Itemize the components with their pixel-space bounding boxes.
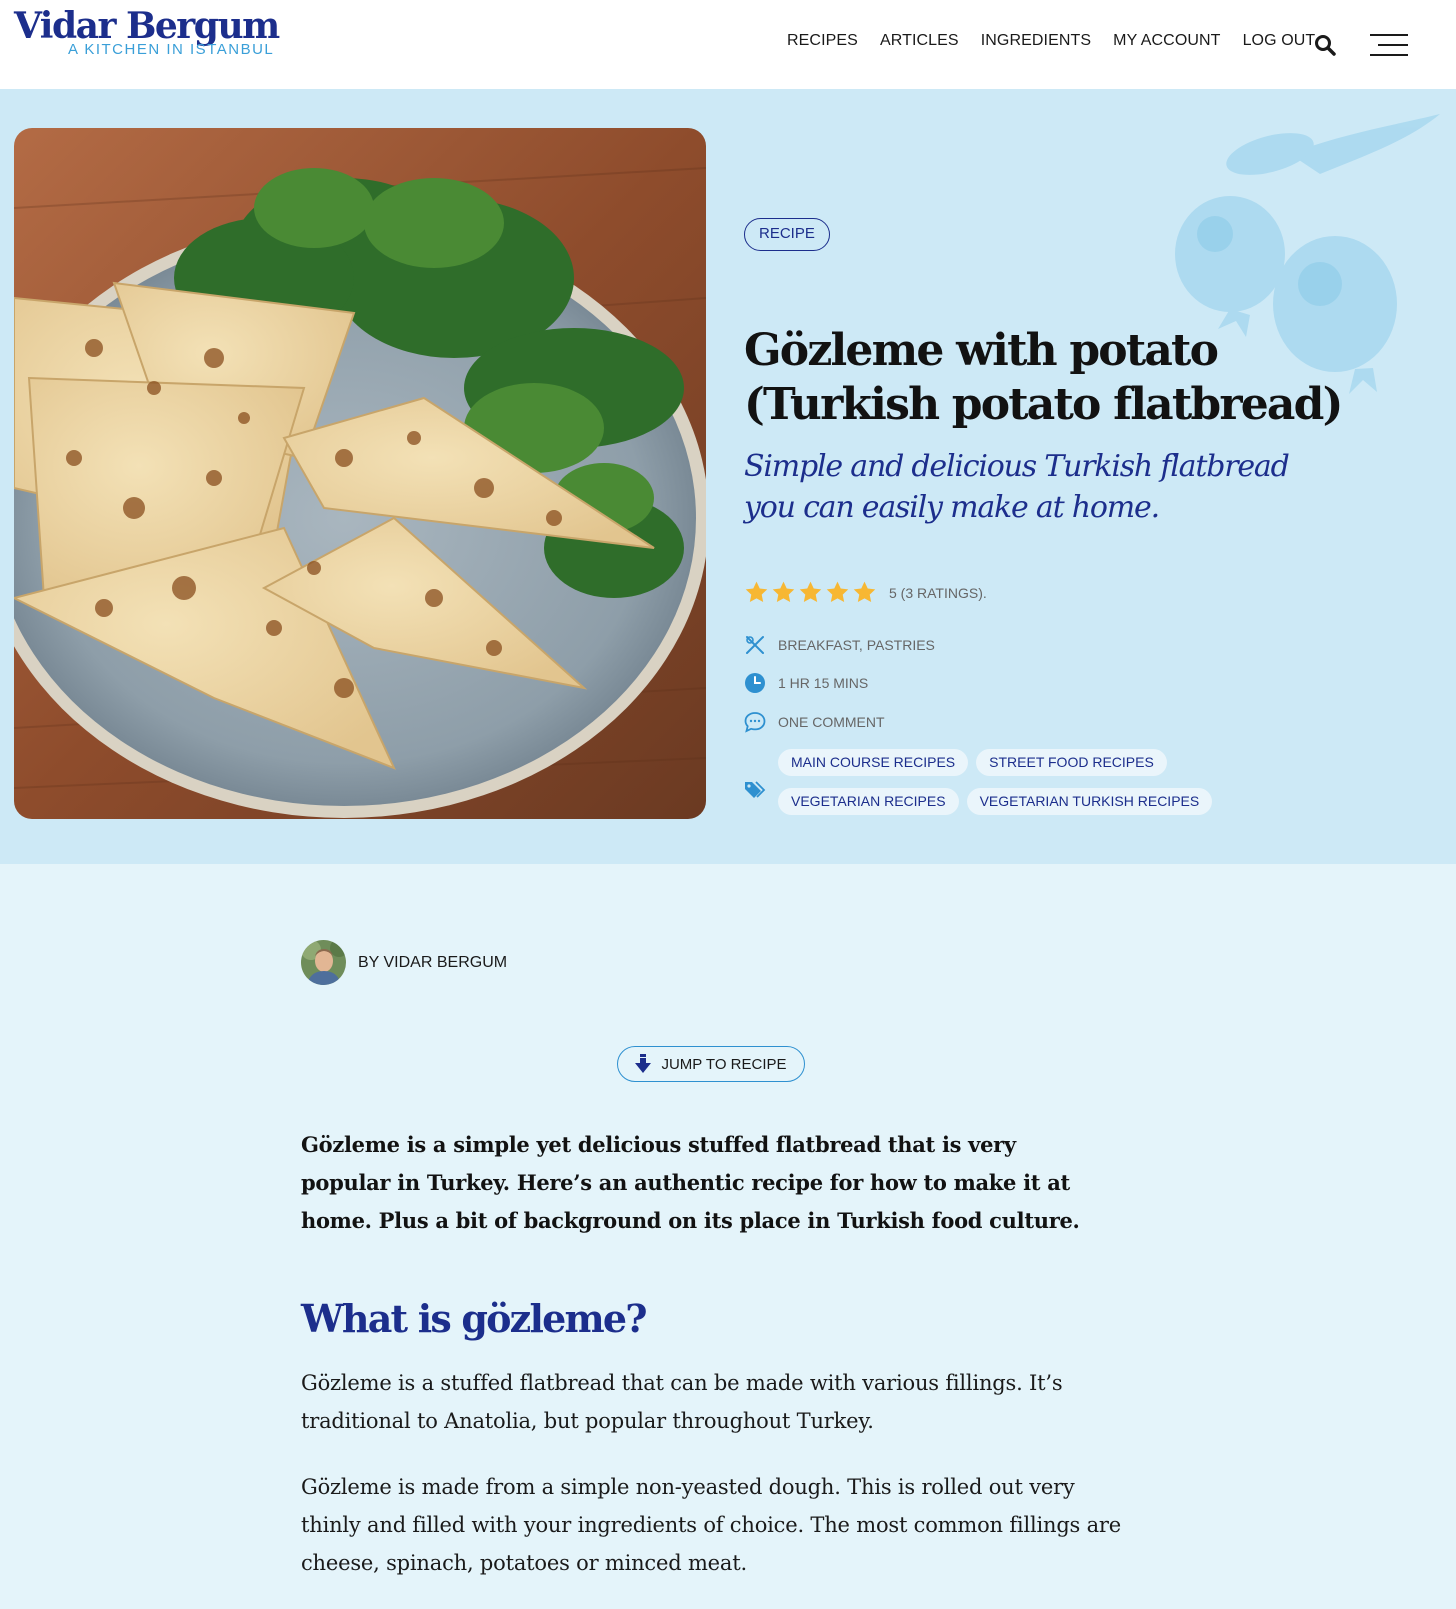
jump-to-recipe-label: JUMP TO RECIPE [661,1055,787,1073]
tag-vegetarian-turkish[interactable]: VEGETARIAN TURKISH RECIPES [966,788,1213,815]
fork-knife-icon [746,636,764,654]
tag-vegetarian[interactable]: VEGETARIAN RECIPES [778,788,959,815]
article-paragraph: Gözleme is a stuffed flatbread that can … [301,1371,1063,1433]
arrow-down-icon [635,1054,652,1073]
article-paragraph: Gözleme is made from a simple non-yeaste… [301,1475,1121,1575]
meta-comments-text[interactable]: ONE COMMENT [778,714,885,730]
tag-main-course[interactable]: MAIN COURSE RECIPES [778,749,969,776]
site-header: Vidar Bergum A KITCHEN IN ISTANBUL RECIP… [0,0,1456,89]
author-byline[interactable]: BY VIDAR BERGUM [301,940,507,985]
hamburger-menu-icon[interactable] [1370,33,1410,59]
logo-name: Vidar Bergum [14,5,280,47]
star-rating[interactable] [744,580,877,605]
clock-icon [745,673,765,693]
nav-my-account[interactable]: MY ACCOUNT [1113,32,1220,50]
tag-street-food[interactable]: STREET FOOD RECIPES [976,749,1167,776]
recipe-hero-image [14,128,706,819]
site-logo[interactable]: Vidar Bergum A KITCHEN IN ISTANBUL [14,5,280,58]
star-icon[interactable] [825,580,850,605]
comment-bubble-icon [744,712,766,733]
logo-tagline: A KITCHEN IN ISTANBUL [68,41,275,58]
meta-category: BREAKFAST, PASTRIES [744,634,935,656]
nav-ingredients[interactable]: INGREDIENTS [981,32,1091,50]
meta-category-text: BREAKFAST, PASTRIES [778,637,935,653]
jump-to-recipe-button[interactable]: JUMP TO RECIPE [617,1046,805,1082]
recipe-type-pill[interactable]: RECIPE [744,218,830,251]
tag-icon [745,781,766,798]
section-heading: What is gözleme? [301,1296,648,1341]
rating-row[interactable]: 5 (3 RATINGS). [744,580,987,605]
search-icon[interactable] [1314,34,1336,56]
star-icon[interactable] [744,580,769,605]
meta-comments[interactable]: ONE COMMENT [744,711,885,733]
meta-time: 1 HR 15 MINS [744,672,868,694]
star-icon[interactable] [852,580,877,605]
author-avatar[interactable] [301,940,346,985]
meta-time-text: 1 HR 15 MINS [778,675,869,691]
recipe-subtitle: Simple and delicious Turkish flatbread y… [744,449,1290,525]
tag-list: MAIN COURSE RECIPES STREET FOOD RECIPES … [778,749,1298,815]
author-name[interactable]: BY VIDAR BERGUM [358,954,507,972]
recipe-title: Gözleme with potato (Turkish potato flat… [744,325,1343,430]
rating-count: 5 (3 RATINGS). [889,584,987,601]
nav-log-out[interactable]: LOG OUT [1243,32,1316,50]
recipe-hero: RECIPE Gözleme with potato (Turkish pota… [0,89,1456,864]
main-nav: RECIPES ARTICLES INGREDIENTS MY ACCOUNT … [787,32,1337,50]
article-lead: Gözleme is a simple yet delicious stuffe… [301,1132,1080,1233]
nav-articles[interactable]: ARTICLES [880,32,959,50]
star-icon[interactable] [798,580,823,605]
nav-recipes[interactable]: RECIPES [787,32,858,50]
star-icon[interactable] [771,580,796,605]
